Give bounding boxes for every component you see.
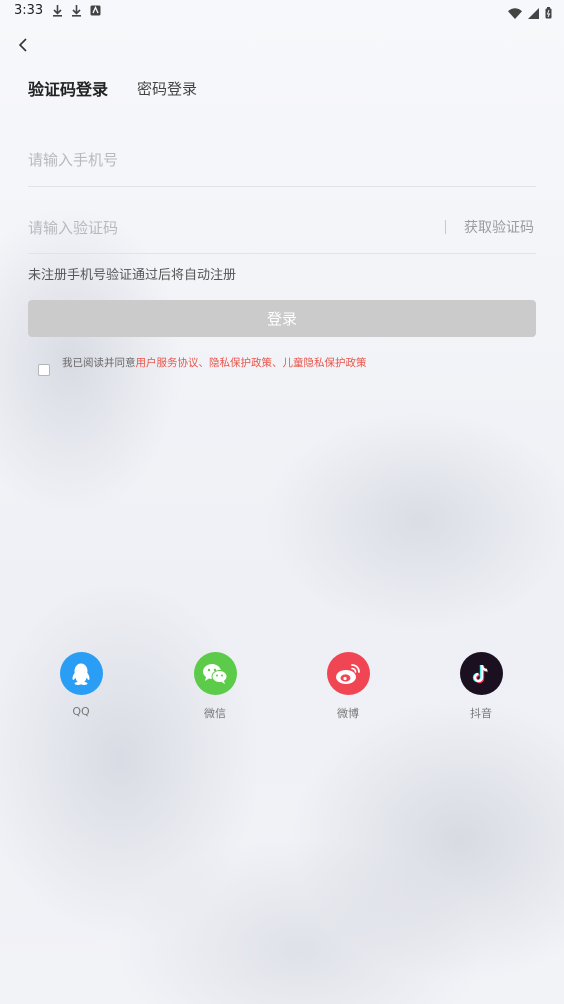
social-login-wechat[interactable]: 微信 xyxy=(175,652,255,721)
get-code-button[interactable]: 获取验证码 xyxy=(464,217,534,237)
signal-icon xyxy=(528,4,539,23)
social-label-weibo: 微博 xyxy=(337,707,359,720)
back-button[interactable] xyxy=(10,32,36,58)
child-privacy-link[interactable]: 儿童隐私保护政策 xyxy=(283,357,367,369)
login-button[interactable]: 登录 xyxy=(28,300,536,337)
download-icon xyxy=(71,4,82,17)
agreement-separator: 、 xyxy=(198,357,210,369)
social-login-weibo[interactable]: 微博 xyxy=(308,652,388,721)
tab-password-login[interactable]: 密码登录 xyxy=(137,78,197,99)
privacy-policy-link[interactable]: 隐私保护政策 xyxy=(209,357,272,369)
code-divider xyxy=(445,220,446,234)
wifi-icon xyxy=(508,4,522,23)
status-time: 3:33 xyxy=(14,3,44,18)
douyin-icon xyxy=(459,652,503,695)
battery-icon xyxy=(545,4,552,23)
agreement-prefix: 我已阅读并同意 xyxy=(62,357,136,369)
agreement-text: 我已阅读并同意用户服务协议、隐私保护政策、儿童隐私保护政策 xyxy=(62,355,367,370)
verification-code-input[interactable] xyxy=(28,216,428,240)
code-underline xyxy=(28,253,536,254)
wechat-icon xyxy=(193,652,237,695)
phone-input[interactable] xyxy=(28,148,528,172)
social-login-qq[interactable]: QQ xyxy=(41,652,121,718)
chevron-left-icon xyxy=(18,38,27,52)
user-agreement-link[interactable]: 用户服务协议 xyxy=(136,357,199,369)
social-login-douyin[interactable]: 抖音 xyxy=(441,652,521,721)
download-icon xyxy=(52,4,63,17)
status-bar: 3:33 xyxy=(0,0,564,24)
social-label-wechat: 微信 xyxy=(204,707,226,720)
weibo-icon xyxy=(326,652,370,695)
tab-sms-login[interactable]: 验证码登录 xyxy=(28,76,108,100)
social-label-douyin: 抖音 xyxy=(470,707,492,720)
notification-app-icon xyxy=(90,5,101,16)
agreement-checkbox[interactable] xyxy=(38,364,50,376)
phone-underline xyxy=(28,186,536,187)
register-hint: 未注册手机号验证通过后将自动注册 xyxy=(28,268,237,283)
agreement-separator: 、 xyxy=(272,357,283,369)
social-label-qq: QQ xyxy=(72,705,90,718)
qq-icon xyxy=(59,652,103,695)
